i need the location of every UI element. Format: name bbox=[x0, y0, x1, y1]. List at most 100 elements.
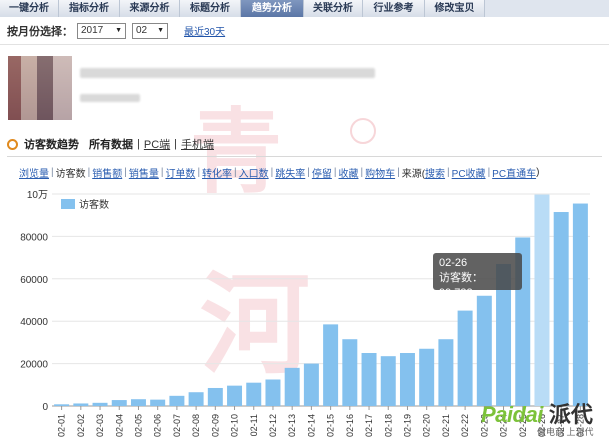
bar-02-10[interactable] bbox=[227, 385, 243, 406]
filter-pc[interactable]: PC端 bbox=[144, 136, 170, 152]
metric-link-1[interactable]: 浏览量 bbox=[19, 165, 49, 180]
logo-en: Paidai bbox=[481, 402, 543, 427]
shop-info bbox=[0, 46, 609, 126]
x-tick-label: 02-14 bbox=[306, 414, 316, 437]
bar-02-14[interactable] bbox=[303, 363, 319, 406]
metric-link-11[interactable]: 购物车 bbox=[365, 165, 395, 180]
year-select-value: 2017 bbox=[81, 24, 104, 36]
x-tick-label: 02-13 bbox=[287, 414, 297, 437]
bar-02-11[interactable] bbox=[246, 382, 262, 406]
bar-02-01[interactable] bbox=[54, 404, 70, 406]
year-select[interactable]: 2017 ▼ bbox=[77, 22, 126, 39]
metric-link-2[interactable]: 访客数 bbox=[56, 165, 86, 180]
nav-tab-4[interactable]: 标题分析 bbox=[180, 0, 241, 17]
x-tick-label: 02-08 bbox=[191, 414, 201, 437]
x-tick-label: 02-01 bbox=[57, 414, 67, 437]
metric-link-3[interactable]: 销售额 bbox=[92, 165, 122, 180]
bar-02-28[interactable] bbox=[572, 203, 588, 406]
month-selector-bar: 按月份选择： 2017 ▼ 02 ▼ 最近30天 bbox=[0, 17, 609, 45]
section-header: 访客数趋势 所有数据 | PC端 | 手机端 bbox=[7, 136, 214, 152]
bar-02-19[interactable] bbox=[399, 353, 415, 406]
metric-link-7[interactable]: 入口数 bbox=[239, 165, 269, 180]
y-tick-label: 40000 bbox=[20, 317, 48, 328]
chart-tooltip: 02-26 访客数：99.732 bbox=[433, 253, 522, 299]
x-tick-label: 02-07 bbox=[172, 414, 182, 437]
y-tick-label: 10万 bbox=[27, 190, 48, 201]
metric-link-4[interactable]: 销售量 bbox=[129, 165, 159, 180]
bar-02-05[interactable] bbox=[130, 399, 146, 406]
filter-mobile[interactable]: 手机端 bbox=[181, 136, 214, 152]
x-tick-label: 02-05 bbox=[133, 414, 143, 437]
x-tick-label: 02-10 bbox=[230, 414, 240, 437]
source-label: 来源( bbox=[401, 168, 426, 180]
nav-tab-7[interactable]: 行业参考 bbox=[363, 0, 425, 17]
source-link-2[interactable]: PC收藏 bbox=[452, 165, 486, 180]
bar-02-03[interactable] bbox=[92, 402, 108, 406]
metric-link-6[interactable]: 转化率 bbox=[202, 165, 232, 180]
month-selector-label: 按月份选择： bbox=[7, 25, 73, 38]
nav-tab-6[interactable]: 关联分析 bbox=[304, 0, 363, 17]
tooltip-value: 访客数：99.732 bbox=[439, 272, 483, 299]
bar-02-23[interactable] bbox=[476, 295, 492, 406]
bar-02-12[interactable] bbox=[265, 379, 281, 407]
nav-tab-5[interactable]: 趋势分析 bbox=[241, 0, 304, 17]
x-tick-label: 02-21 bbox=[441, 414, 451, 437]
metric-link-10[interactable]: 收藏 bbox=[338, 165, 358, 180]
section-bullet-icon bbox=[7, 138, 18, 150]
x-tick-label: 02-17 bbox=[364, 414, 374, 437]
month-select[interactable]: 02 ▼ bbox=[132, 22, 168, 39]
recent-30-days-link[interactable]: 最近30天 bbox=[184, 23, 225, 38]
x-tick-label: 02-22 bbox=[460, 414, 470, 437]
x-tick-label: 02-12 bbox=[268, 414, 278, 437]
source-link-3[interactable]: PC直通车 bbox=[492, 165, 536, 180]
x-tick-label: 02-04 bbox=[114, 414, 124, 437]
metric-link-8[interactable]: 跳失率 bbox=[275, 165, 305, 180]
bar-02-17[interactable] bbox=[361, 353, 377, 406]
y-tick-label: 60000 bbox=[20, 275, 48, 286]
bar-02-18[interactable] bbox=[380, 356, 396, 406]
legend-swatch[interactable] bbox=[61, 199, 75, 209]
source-close: ) bbox=[536, 166, 540, 178]
shop-meta-blurred bbox=[80, 94, 140, 102]
nav-tab-3[interactable]: 来源分析 bbox=[120, 0, 180, 17]
dropdown-arrow-icon: ▼ bbox=[115, 26, 122, 34]
bar-02-13[interactable] bbox=[284, 367, 300, 406]
bar-02-08[interactable] bbox=[188, 392, 204, 406]
month-select-value: 02 bbox=[136, 24, 148, 36]
top-nav: 一键分析 指标分析 来源分析 标题分析 趋势分析 关联分析 行业参考 修改宝贝 bbox=[0, 0, 609, 17]
shop-avatar bbox=[8, 56, 72, 120]
x-tick-label: 02-16 bbox=[345, 414, 355, 437]
bar-02-07[interactable] bbox=[169, 395, 185, 406]
bar-02-26[interactable] bbox=[534, 194, 550, 406]
x-tick-label: 02-18 bbox=[383, 414, 393, 437]
bar-02-22[interactable] bbox=[457, 310, 473, 406]
x-tick-label: 02-11 bbox=[249, 414, 259, 436]
bar-02-09[interactable] bbox=[207, 387, 223, 406]
x-tick-label: 02-03 bbox=[95, 414, 105, 437]
bar-02-15[interactable] bbox=[323, 324, 339, 406]
tooltip-date: 02-26 bbox=[439, 257, 468, 269]
x-tick-label: 02-06 bbox=[153, 414, 163, 437]
metric-link-9[interactable]: 停留 bbox=[312, 165, 332, 180]
shop-name-blurred bbox=[80, 68, 375, 78]
bar-02-02[interactable] bbox=[73, 403, 89, 406]
bar-02-20[interactable] bbox=[419, 348, 435, 406]
metric-link-5[interactable]: 订单数 bbox=[165, 165, 195, 180]
nav-tab-8[interactable]: 修改宝贝 bbox=[425, 0, 485, 17]
metric-links: 浏览量 | 访客数 | 销售额 | 销售量 | 订单数 | 转化率 | 入口数 | 跳失率 | 停留 | 收藏 | 购物… bbox=[19, 165, 540, 180]
bar-02-27[interactable] bbox=[553, 212, 569, 406]
x-tick-label: 02-20 bbox=[422, 414, 432, 437]
filter-all-data[interactable]: 所有数据 bbox=[89, 136, 133, 152]
bar-02-06[interactable] bbox=[150, 399, 166, 406]
bar-02-04[interactable] bbox=[111, 400, 127, 406]
nav-tab-2[interactable]: 指标分析 bbox=[59, 0, 120, 17]
nav-tab-1[interactable]: 一键分析 bbox=[0, 0, 59, 17]
section-divider bbox=[7, 156, 602, 157]
legend-label[interactable]: 访客数 bbox=[79, 198, 109, 211]
y-tick-label: 20000 bbox=[20, 360, 48, 371]
bar-02-21[interactable] bbox=[438, 339, 454, 406]
source-link-1[interactable]: 搜索 bbox=[425, 165, 445, 180]
bar-02-16[interactable] bbox=[342, 339, 358, 406]
logo-tagline: 做电商 上派代 bbox=[537, 427, 594, 437]
x-tick-label: 02-09 bbox=[210, 414, 220, 437]
